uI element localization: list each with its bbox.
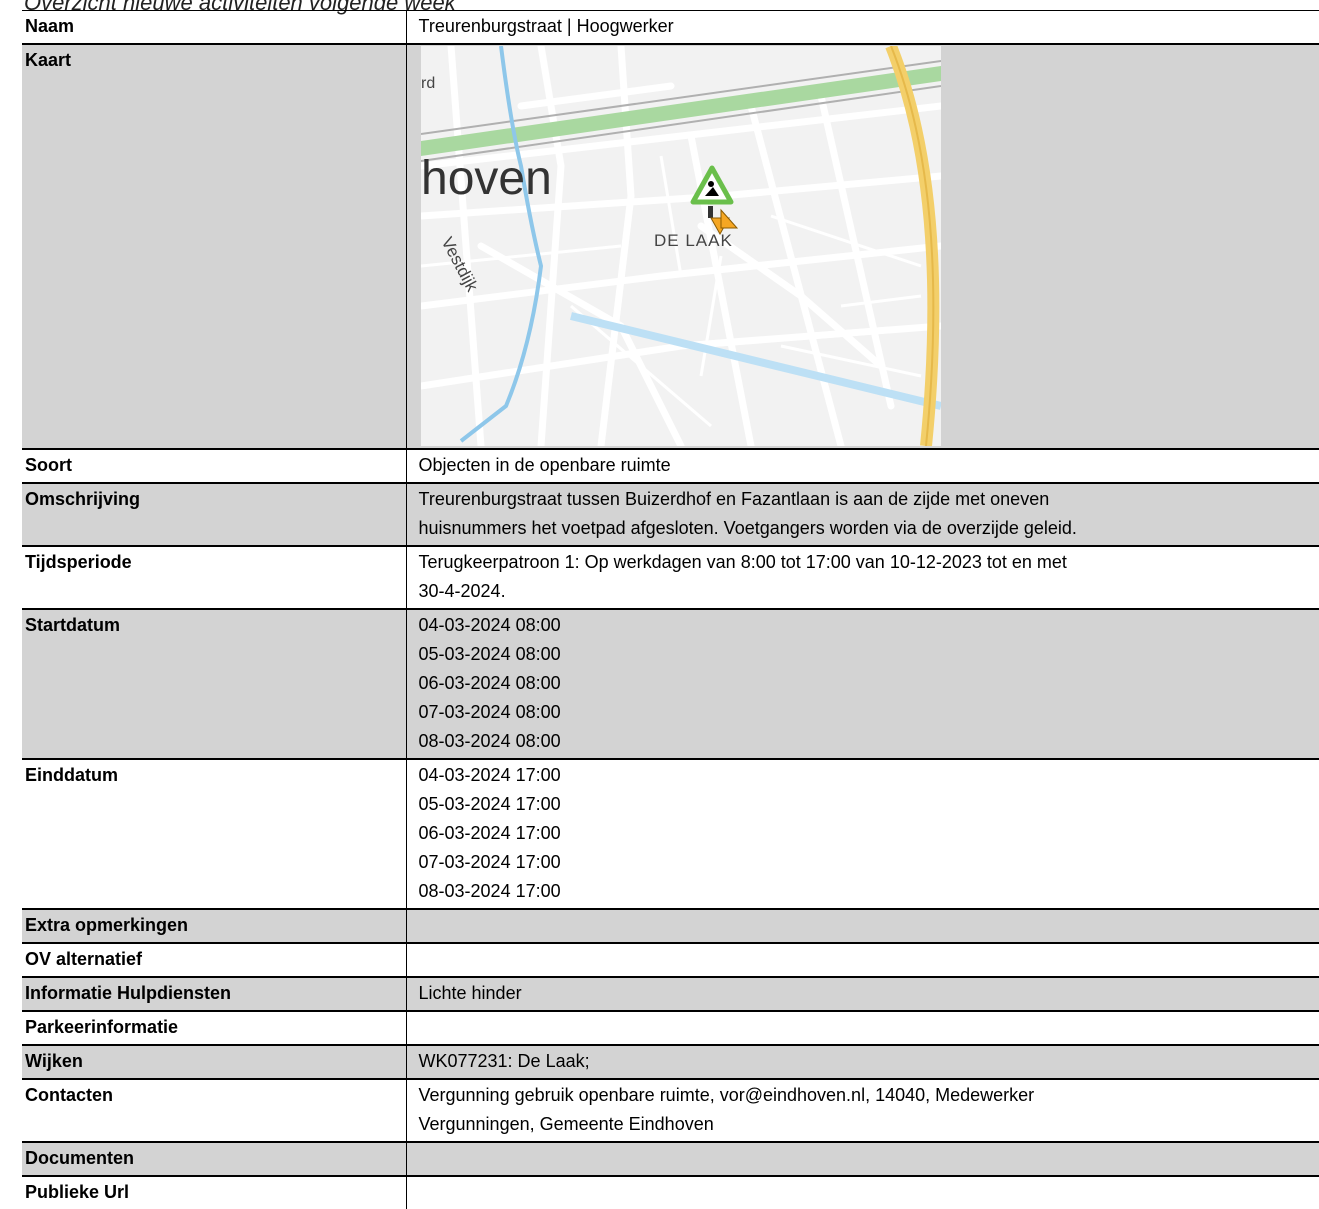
einddatum-entry: 05-03-2024 17:00 xyxy=(419,790,1319,819)
label-documenten: Documenten xyxy=(22,1142,406,1176)
einddatum-entry: 07-03-2024 17:00 xyxy=(419,848,1319,877)
label-kaart: Kaart xyxy=(22,44,406,449)
row-naam: Naam Treurenburgstraat | Hoogwerker xyxy=(22,11,1319,45)
label-ov-alternatief: OV alternatief xyxy=(22,943,406,977)
omschrijving-line: huisnummers het voetpad afgesloten. Voet… xyxy=(419,514,1319,543)
row-informatie-hulpdiensten: Informatie Hulpdiensten Lichte hinder xyxy=(22,977,1319,1011)
row-extra-opmerkingen: Extra opmerkingen xyxy=(22,909,1319,943)
value-ov-alternatief xyxy=(406,943,1319,977)
row-parkeerinformatie: Parkeerinformatie xyxy=(22,1011,1319,1045)
label-omschrijving: Omschrijving xyxy=(22,483,406,546)
value-omschrijving: Treurenburgstraat tussen Buizerdhof en F… xyxy=(406,483,1319,546)
label-informatie-hulpdiensten: Informatie Hulpdiensten xyxy=(22,977,406,1011)
value-naam: Treurenburgstraat | Hoogwerker xyxy=(406,11,1319,45)
value-documenten xyxy=(406,1142,1319,1176)
label-wijken: Wijken xyxy=(22,1045,406,1079)
value-einddatum: 04-03-2024 17:00 05-03-2024 17:00 06-03-… xyxy=(406,759,1319,909)
omschrijving-line: Treurenburgstraat tussen Buizerdhof en F… xyxy=(419,485,1319,514)
value-kaart: hoven DE LAAK Vestdijk rd xyxy=(406,44,1319,449)
startdatum-entry: 05-03-2024 08:00 xyxy=(419,640,1319,669)
label-parkeerinformatie: Parkeerinformatie xyxy=(22,1011,406,1045)
row-wijken: Wijken WK077231: De Laak; xyxy=(22,1045,1319,1079)
tijdsperiode-line: Terugkeerpatroon 1: Op werkdagen van 8:0… xyxy=(419,548,1319,577)
label-soort: Soort xyxy=(22,449,406,483)
row-soort: Soort Objecten in de openbare ruimte xyxy=(22,449,1319,483)
location-map[interactable]: hoven DE LAAK Vestdijk rd xyxy=(421,46,941,446)
row-einddatum: Einddatum 04-03-2024 17:00 05-03-2024 17… xyxy=(22,759,1319,909)
value-parkeerinformatie xyxy=(406,1011,1319,1045)
row-startdatum: Startdatum 04-03-2024 08:00 05-03-2024 0… xyxy=(22,609,1319,759)
map-district-label: DE LAAK xyxy=(654,231,733,250)
label-extra-opmerkingen: Extra opmerkingen xyxy=(22,909,406,943)
tijdsperiode-line: 30-4-2024. xyxy=(419,577,1319,606)
value-wijken: WK077231: De Laak; xyxy=(406,1045,1319,1079)
value-extra-opmerkingen xyxy=(406,909,1319,943)
value-publieke-url xyxy=(406,1176,1319,1209)
map-road-label: rd xyxy=(421,75,435,92)
label-einddatum: Einddatum xyxy=(22,759,406,909)
label-publieke-url: Publieke Url xyxy=(22,1176,406,1209)
value-soort: Objecten in de openbare ruimte xyxy=(406,449,1319,483)
activity-info-table: Naam Treurenburgstraat | Hoogwerker Kaar… xyxy=(22,10,1319,1209)
label-tijdsperiode: Tijdsperiode xyxy=(22,546,406,609)
row-omschrijving: Omschrijving Treurenburgstraat tussen Bu… xyxy=(22,483,1319,546)
map-city-label: hoven xyxy=(421,152,552,205)
row-contacten: Contacten Vergunning gebruik openbare ru… xyxy=(22,1079,1319,1142)
row-kaart: Kaart xyxy=(22,44,1319,449)
startdatum-entry: 06-03-2024 08:00 xyxy=(419,669,1319,698)
row-ov-alternatief: OV alternatief xyxy=(22,943,1319,977)
row-tijdsperiode: Tijdsperiode Terugkeerpatroon 1: Op werk… xyxy=(22,546,1319,609)
contacten-line: Vergunning gebruik openbare ruimte, vor@… xyxy=(419,1081,1319,1110)
einddatum-entry: 08-03-2024 17:00 xyxy=(419,877,1319,906)
value-contacten: Vergunning gebruik openbare ruimte, vor@… xyxy=(406,1079,1319,1142)
row-publieke-url: Publieke Url xyxy=(22,1176,1319,1209)
row-documenten: Documenten xyxy=(22,1142,1319,1176)
einddatum-entry: 06-03-2024 17:00 xyxy=(419,819,1319,848)
label-contacten: Contacten xyxy=(22,1079,406,1142)
contacten-line: Vergunningen, Gemeente Eindhoven xyxy=(419,1110,1319,1139)
startdatum-entry: 04-03-2024 08:00 xyxy=(419,611,1319,640)
label-startdatum: Startdatum xyxy=(22,609,406,759)
value-informatie-hulpdiensten: Lichte hinder xyxy=(406,977,1319,1011)
value-startdatum: 04-03-2024 08:00 05-03-2024 08:00 06-03-… xyxy=(406,609,1319,759)
einddatum-entry: 04-03-2024 17:00 xyxy=(419,761,1319,790)
value-tijdsperiode: Terugkeerpatroon 1: Op werkdagen van 8:0… xyxy=(406,546,1319,609)
startdatum-entry: 08-03-2024 08:00 xyxy=(419,727,1319,756)
startdatum-entry: 07-03-2024 08:00 xyxy=(419,698,1319,727)
label-naam: Naam xyxy=(22,11,406,45)
